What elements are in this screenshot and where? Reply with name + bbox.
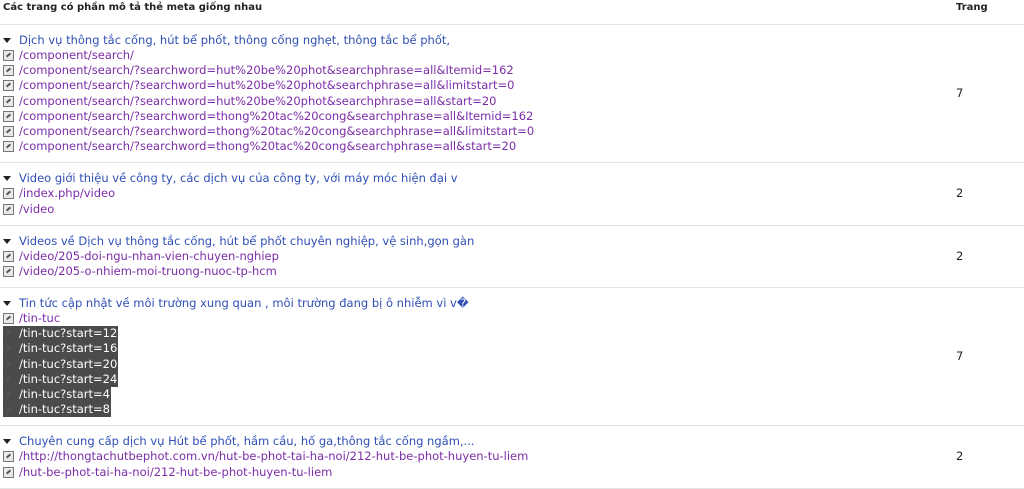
list-item: /http://thongtachutbephot.com.vn/hut-be-… <box>0 449 1024 464</box>
list-item: /tin-tuc?start=16 <box>0 341 1024 357</box>
list-item: /component/search/?searchword=hut%20be%2… <box>0 78 1024 93</box>
external-link-icon[interactable] <box>3 188 14 200</box>
url-link[interactable]: /http://thongtachutbephot.com.vn/hut-be-… <box>19 449 529 464</box>
url-link[interactable]: /tin-tuc?start=12 <box>19 326 119 342</box>
external-link-icon[interactable] <box>3 466 14 478</box>
url-link[interactable]: /component/search/?searchword=thong%20ta… <box>19 139 517 154</box>
list-item: /video/205-o-nhiem-moi-truong-nuoc-tp-hc… <box>0 264 1024 279</box>
group-title-line: Video giới thiệu về công ty, các dịch vụ… <box>0 171 1024 186</box>
list-item: /hut-be-phot-tai-ha-noi/212-hut-be-phot-… <box>0 465 1024 480</box>
group-list: Dịch vụ thông tắc cống, hút bể phốt, thô… <box>0 25 1024 489</box>
external-link-icon[interactable] <box>3 404 14 416</box>
collapse-triangle-icon[interactable] <box>3 238 11 244</box>
external-link-icon[interactable] <box>3 265 14 277</box>
url-link[interactable]: /component/search/?searchword=hut%20be%2… <box>19 63 515 78</box>
group-title[interactable]: Dịch vụ thông tắc cống, hút bể phốt, thô… <box>19 33 450 48</box>
url-link[interactable]: /video/205-doi-ngu-nhan-vien-chuyen-nghi… <box>19 249 280 264</box>
url-link[interactable]: /component/search/?searchword=hut%20be%2… <box>19 78 515 93</box>
external-link-icon[interactable] <box>3 65 14 77</box>
list-item: /video <box>0 202 1024 217</box>
external-link-icon[interactable] <box>3 451 14 463</box>
table-row: Videos về Dịch vụ thông tắc cống, hút bể… <box>0 226 1024 289</box>
table-row: Dịch vụ thông tắc cống, hút bể phốt, thô… <box>0 25 1024 164</box>
group-title[interactable]: Video giới thiệu về công ty, các dịch vụ… <box>19 171 458 186</box>
url-link[interactable]: /tin-tuc?start=20 <box>19 356 119 372</box>
list-item: /tin-tuc?start=4 <box>0 387 1024 403</box>
group-title[interactable]: Videos về Dịch vụ thông tắc cống, hút bể… <box>19 234 474 249</box>
external-link-icon[interactable] <box>3 250 14 262</box>
url-link[interactable]: /tin-tuc?start=16 <box>19 341 119 357</box>
page-count: 2 <box>956 186 964 201</box>
url-link[interactable]: /component/search/?searchword=hut%20be%2… <box>19 94 498 109</box>
group-title[interactable]: Tin tức cập nhật về môi trường xung quan… <box>19 296 469 311</box>
table-row: Tin tức cập nhật về môi trường xung quan… <box>0 288 1024 427</box>
table-row: Chuyên cung cấp dịch vụ Hút bể phốt, hầm… <box>0 426 1024 489</box>
url-link[interactable]: /hut-be-phot-tai-ha-noi/212-hut-be-phot-… <box>19 465 333 480</box>
external-link-icon[interactable] <box>3 141 14 153</box>
url-link[interactable]: /component/search/ <box>19 48 135 63</box>
group-title-line: Chuyên cung cấp dịch vụ Hút bể phốt, hầm… <box>0 434 1024 449</box>
url-link[interactable]: /tin-tuc?start=4 <box>19 387 111 403</box>
group-title-line: Dịch vụ thông tắc cống, hút bể phốt, thô… <box>0 33 1024 48</box>
list-item: /component/search/?searchword=hut%20be%2… <box>0 63 1024 78</box>
page-count: 7 <box>956 86 964 100</box>
url-link[interactable]: /video <box>19 202 55 217</box>
group-title-line: Videos về Dịch vụ thông tắc cống, hút bể… <box>0 234 1024 249</box>
table-row: Video giới thiệu về công ty, các dịch vụ… <box>0 163 1024 226</box>
table-header: Các trang có phần mô tả thẻ meta giống n… <box>0 0 1024 25</box>
collapse-triangle-icon[interactable] <box>3 301 11 307</box>
page-count: 2 <box>956 248 964 263</box>
header-description: Các trang có phần mô tả thẻ meta giống n… <box>3 2 263 13</box>
list-item: /tin-tuc <box>0 311 1024 326</box>
url-link[interactable]: /video/205-o-nhiem-moi-truong-nuoc-tp-hc… <box>19 264 278 279</box>
url-link[interactable]: /component/search/?searchword=thong%20ta… <box>19 124 535 139</box>
collapse-triangle-icon[interactable] <box>3 176 11 182</box>
external-link-icon[interactable] <box>3 343 14 355</box>
external-link-icon[interactable] <box>3 125 14 137</box>
list-item: /index.php/video <box>0 186 1024 201</box>
list-item: /video/205-doi-ngu-nhan-vien-chuyen-nghi… <box>0 249 1024 264</box>
list-item: /component/search/?searchword=thong%20ta… <box>0 124 1024 139</box>
external-link-icon[interactable] <box>3 203 14 215</box>
duplicate-meta-description-table: Các trang có phần mô tả thẻ meta giống n… <box>0 0 1024 489</box>
list-item: /tin-tuc?start=20 <box>0 356 1024 372</box>
external-link-icon[interactable] <box>3 358 14 370</box>
list-item: /tin-tuc?start=8 <box>0 402 1024 418</box>
collapse-triangle-icon[interactable] <box>3 38 11 43</box>
external-link-icon[interactable] <box>3 110 14 122</box>
external-link-icon[interactable] <box>3 373 14 385</box>
url-link[interactable]: /tin-tuc?start=24 <box>19 371 119 388</box>
url-link[interactable]: /tin-tuc <box>19 311 61 326</box>
external-link-icon[interactable] <box>3 328 14 340</box>
external-link-icon[interactable] <box>3 389 14 400</box>
collapse-triangle-icon[interactable] <box>3 439 11 445</box>
page-count: 7 <box>956 349 964 364</box>
list-item: /tin-tuc?start=12 <box>0 326 1024 342</box>
list-item: /component/search/ <box>0 48 1024 63</box>
external-link-icon[interactable] <box>3 95 14 107</box>
external-link-icon[interactable] <box>3 50 14 61</box>
list-item: /component/search/?searchword=thong%20ta… <box>0 109 1024 124</box>
url-link[interactable]: /index.php/video <box>19 186 116 201</box>
page-count: 2 <box>956 449 964 464</box>
external-link-icon[interactable] <box>3 80 14 92</box>
list-item: /tin-tuc?start=24 <box>0 371 1024 388</box>
header-pages: Trang <box>956 2 988 13</box>
list-item: /component/search/?searchword=thong%20ta… <box>0 139 1024 154</box>
external-link-icon[interactable] <box>3 313 14 325</box>
group-title-line: Tin tức cập nhật về môi trường xung quan… <box>0 296 1024 311</box>
url-link[interactable]: /tin-tuc?start=8 <box>19 402 111 418</box>
list-item: /component/search/?searchword=hut%20be%2… <box>0 94 1024 109</box>
group-title[interactable]: Chuyên cung cấp dịch vụ Hút bể phốt, hầm… <box>19 434 475 449</box>
url-link[interactable]: /component/search/?searchword=thong%20ta… <box>19 109 534 124</box>
